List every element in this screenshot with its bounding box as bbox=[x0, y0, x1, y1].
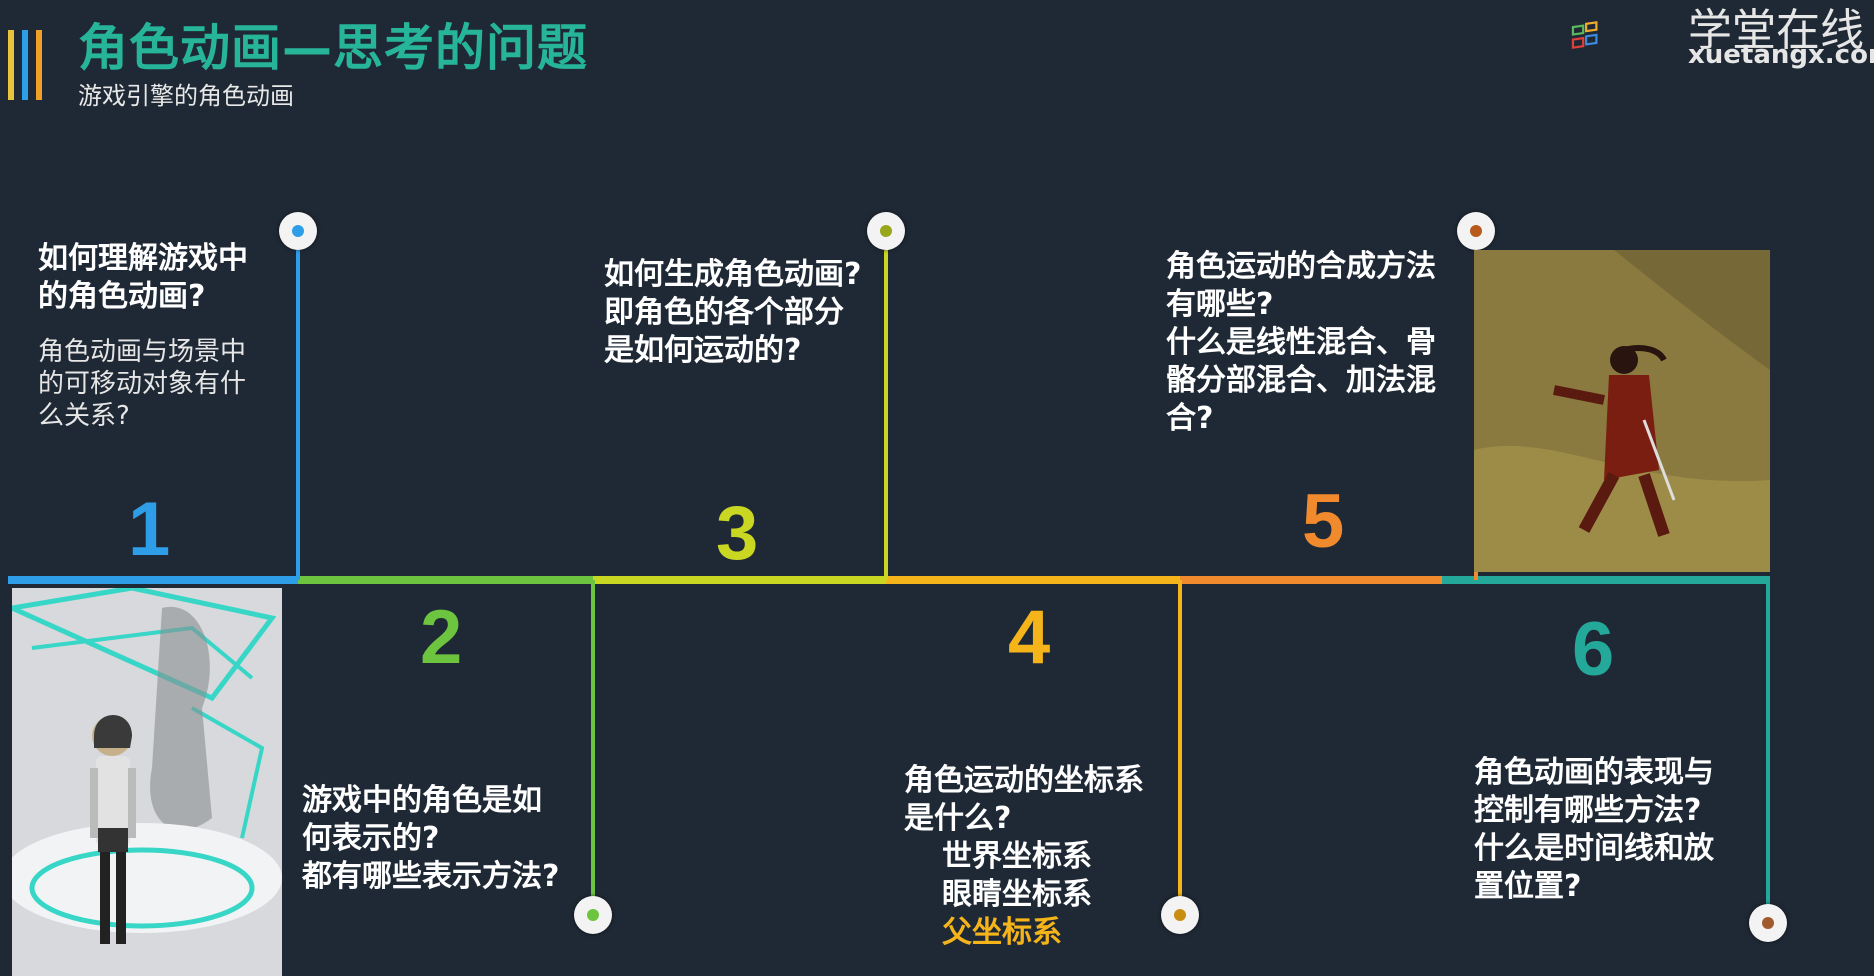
character-model-illustration-icon bbox=[12, 588, 282, 976]
step-number-6: 6 bbox=[1572, 607, 1615, 692]
step-number-4: 4 bbox=[1008, 595, 1051, 680]
timeline-segment-4 bbox=[886, 576, 1180, 584]
game-character-image bbox=[1474, 250, 1770, 572]
coord-eye: 眼睛坐标系 bbox=[942, 877, 1092, 912]
xuetangx-logo-icon bbox=[1571, 21, 1598, 49]
logo-text-en: xuetangx.com bbox=[1688, 40, 1874, 70]
question-4-list: 世界坐标系 眼睛坐标系 父坐标系 bbox=[942, 838, 1092, 952]
timeline-segment-6 bbox=[1442, 576, 1770, 584]
question-3: 如何生成角色动画? 即角色的各个部分 是如何运动的? bbox=[604, 257, 862, 368]
connector-1 bbox=[296, 250, 300, 580]
page-title: 角色动画—思考的问题 bbox=[78, 19, 588, 77]
accent-bar-yellow bbox=[8, 30, 14, 100]
question-2: 游戏中的角色是如 何表示的? 都有哪些表示方法? bbox=[302, 783, 560, 894]
timeline-segment-5 bbox=[1180, 576, 1442, 584]
connector-6 bbox=[1766, 580, 1770, 924]
connector-4 bbox=[1178, 580, 1182, 916]
step-number-2: 2 bbox=[420, 595, 463, 680]
timeline-pin-3 bbox=[867, 212, 905, 250]
question-1-detail: 角色动画与场景中 的可移动对象有什 么关系? bbox=[38, 337, 247, 431]
timeline-pin-6 bbox=[1749, 904, 1787, 942]
timeline-pin-4 bbox=[1161, 896, 1199, 934]
timeline-pin-1 bbox=[279, 212, 317, 250]
question-5: 角色运动的合成方法 有哪些? 什么是线性混合、骨 骼分部混合、加法混 合? bbox=[1166, 249, 1436, 436]
step-number-5: 5 bbox=[1302, 479, 1345, 564]
step-number-1: 1 bbox=[128, 487, 171, 572]
character-model-image bbox=[12, 588, 282, 976]
accent-bar-orange bbox=[36, 30, 42, 100]
question-1: 如何理解游戏中 的角色动画? bbox=[38, 241, 248, 314]
connector-3 bbox=[884, 250, 888, 580]
coord-world: 世界坐标系 bbox=[942, 839, 1092, 874]
accent-bar-blue bbox=[22, 30, 28, 100]
step-number-3: 3 bbox=[716, 491, 759, 576]
timeline-pin-2 bbox=[574, 896, 612, 934]
timeline-pin-5 bbox=[1457, 212, 1495, 250]
connector-2 bbox=[591, 580, 595, 916]
question-6: 角色动画的表现与 控制有哪些方法? 什么是时间线和放 置位置? bbox=[1474, 755, 1714, 904]
timeline-segment-3 bbox=[593, 576, 886, 584]
page-subtitle: 游戏引擎的角色动画 bbox=[78, 82, 294, 110]
game-character-illustration-icon bbox=[1474, 250, 1770, 572]
timeline-segment-1 bbox=[8, 576, 298, 584]
question-4: 角色运动的坐标系 是什么? bbox=[904, 763, 1144, 836]
coord-parent: 父坐标系 bbox=[942, 915, 1062, 950]
timeline-segment-2 bbox=[298, 576, 593, 584]
